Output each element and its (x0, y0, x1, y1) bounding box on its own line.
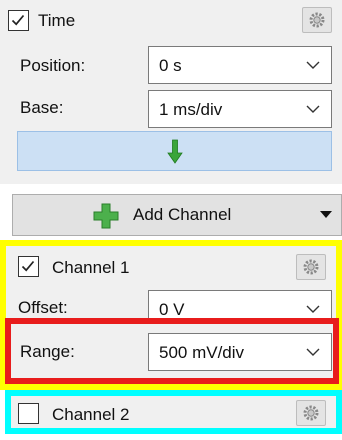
gear-icon (303, 405, 319, 421)
base-label: Base: (20, 98, 64, 117)
range-label: Range: (20, 342, 75, 361)
position-value: 0 s (159, 56, 182, 75)
chevron-down-icon (306, 348, 320, 356)
time-checkbox[interactable] (8, 10, 29, 31)
channel2-label: Channel 2 (52, 405, 130, 424)
range-value: 500 mV/div (159, 343, 245, 362)
position-label: Position: (20, 56, 86, 75)
channel1-settings-button[interactable] (296, 254, 326, 280)
chevron-down-icon (306, 105, 320, 113)
offset-value: 0 V (159, 300, 185, 319)
apply-time-button[interactable] (17, 131, 332, 171)
base-combobox[interactable]: 1 ms/div (148, 90, 332, 128)
base-value: 1 ms/div (159, 100, 223, 119)
channel2-settings-button[interactable] (296, 400, 326, 426)
green-down-arrow-icon (167, 139, 183, 164)
channel1-label: Channel 1 (52, 258, 130, 277)
gear-icon (309, 12, 325, 28)
chevron-down-icon (306, 305, 320, 313)
range-combobox[interactable]: 500 mV/div (148, 333, 332, 371)
chevron-down-icon (306, 61, 320, 69)
gear-icon (303, 259, 319, 275)
channel2-checkbox[interactable] (18, 403, 39, 424)
triangle-down-icon (320, 211, 332, 218)
checkmark-icon (21, 260, 35, 272)
checkmark-icon (11, 14, 25, 26)
add-channel-label: Add Channel (133, 205, 232, 224)
offset-label: Offset: (18, 298, 68, 317)
position-combobox[interactable]: 0 s (148, 46, 332, 84)
time-settings-button[interactable] (302, 7, 332, 33)
add-channel-button[interactable]: Add Channel (12, 194, 342, 236)
channel1-checkbox[interactable] (18, 256, 39, 277)
time-label: Time (38, 11, 76, 30)
green-plus-icon (93, 203, 119, 229)
